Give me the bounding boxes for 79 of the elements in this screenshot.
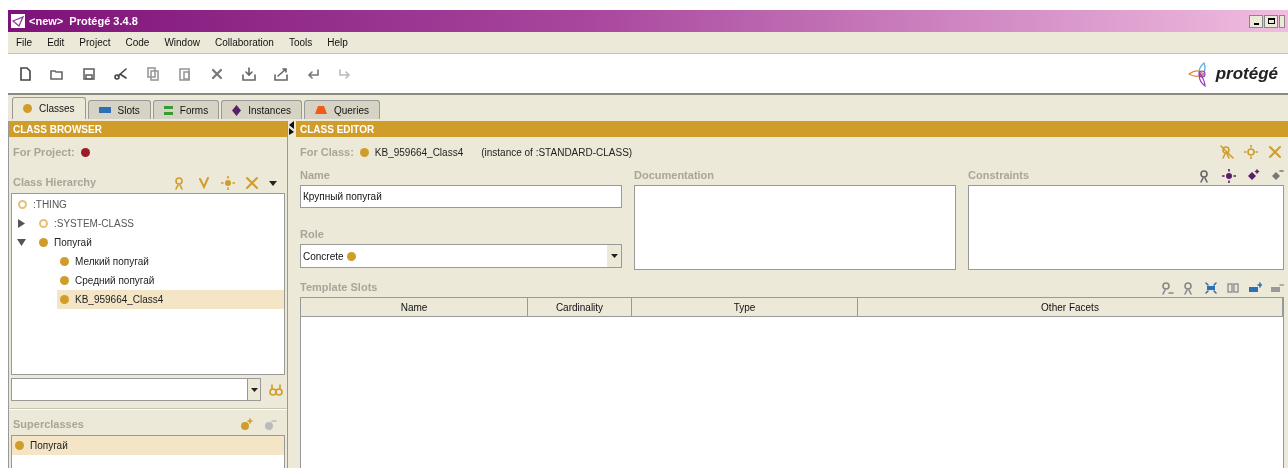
panel-header: CLASS BROWSER bbox=[9, 121, 287, 137]
name-label: Name bbox=[300, 167, 331, 183]
for-class-label: For Class: bbox=[300, 144, 354, 160]
delete-icon[interactable] bbox=[1268, 145, 1282, 159]
superclass-item[interactable]: Попугай bbox=[12, 436, 284, 455]
copy-icon[interactable] bbox=[146, 66, 160, 81]
dropdown-arrow-icon bbox=[250, 387, 258, 392]
collapsed-arrow-icon[interactable] bbox=[17, 219, 26, 228]
export-icon[interactable] bbox=[274, 66, 288, 81]
tree-item[interactable]: :SYSTEM-CLASS bbox=[36, 214, 135, 233]
minimize-button[interactable] bbox=[1249, 14, 1263, 28]
sparkle-icon[interactable] bbox=[1204, 281, 1218, 295]
menu-item[interactable]: Tools bbox=[288, 35, 313, 50]
menu-item[interactable]: Window bbox=[164, 35, 200, 50]
scissors-icon[interactable] bbox=[114, 66, 128, 81]
add-diamond-icon[interactable] bbox=[1246, 169, 1260, 183]
tree-item[interactable]: Попугай bbox=[36, 233, 92, 252]
superclasses-label: Superclasses bbox=[13, 416, 84, 432]
role-combo[interactable]: Concrete bbox=[300, 244, 622, 268]
class-hierarchy-label: Class Hierarchy bbox=[13, 174, 97, 190]
dropdown-arrow-icon bbox=[610, 254, 618, 258]
tab[interactable]: Classes bbox=[12, 97, 86, 119]
tree-item[interactable]: Средний попугай bbox=[57, 271, 155, 290]
tree-item[interactable]: KB_959664_Class4 bbox=[57, 290, 284, 309]
menu-item[interactable]: Edit bbox=[47, 35, 65, 50]
documentation-label: Documentation bbox=[634, 167, 716, 183]
menu-item[interactable]: Help bbox=[327, 35, 348, 50]
panel-header: CLASS EDITOR bbox=[296, 121, 1288, 137]
redo-icon[interactable] bbox=[338, 66, 352, 81]
diamond-icon bbox=[232, 104, 242, 116]
remove-superclass-icon[interactable] bbox=[263, 418, 277, 432]
column-header[interactable]: Type bbox=[632, 298, 858, 316]
tree-item[interactable]: :THING bbox=[15, 195, 67, 214]
column-header[interactable]: Other Facets bbox=[858, 298, 1283, 316]
undo-icon[interactable] bbox=[306, 66, 320, 81]
paste-icon[interactable] bbox=[178, 66, 192, 81]
app-icon bbox=[11, 14, 25, 28]
constraints-field[interactable] bbox=[968, 185, 1284, 270]
menu-item[interactable]: Code bbox=[125, 35, 150, 50]
name-field[interactable]: Крупный попугай bbox=[300, 185, 622, 208]
remove-slot-icon[interactable] bbox=[1270, 281, 1284, 295]
column-header[interactable]: Name bbox=[301, 298, 528, 316]
role-label: Role bbox=[300, 226, 325, 242]
tab[interactable]: Slots bbox=[87, 100, 151, 119]
add-slot-icon[interactable] bbox=[1248, 281, 1262, 295]
window-title: <new> Protégé 3.4.8 bbox=[29, 13, 138, 29]
menu-item[interactable]: Project bbox=[79, 35, 111, 50]
template-slots-label: Template Slots bbox=[300, 279, 378, 295]
delete-icon[interactable] bbox=[245, 176, 259, 190]
trapezoid-icon bbox=[314, 106, 327, 114]
delete-icon[interactable] bbox=[210, 66, 224, 81]
columns-icon[interactable] bbox=[1226, 281, 1240, 295]
dropdown-arrow-icon[interactable] bbox=[269, 180, 277, 186]
expanded-arrow-icon[interactable] bbox=[17, 238, 26, 247]
restore-button[interactable] bbox=[1264, 14, 1278, 28]
save-icon[interactable] bbox=[82, 66, 96, 81]
add-superclass-icon[interactable] bbox=[239, 418, 253, 432]
tab[interactable]: Instances bbox=[221, 100, 302, 119]
for-project-label: For Project: bbox=[13, 144, 75, 160]
tab[interactable]: Forms bbox=[152, 100, 220, 119]
sparkle-icon[interactable] bbox=[1222, 169, 1236, 183]
rectangle-icon bbox=[98, 107, 111, 113]
splitter-arrow-icon[interactable] bbox=[289, 121, 294, 135]
binoculars-icon[interactable] bbox=[269, 382, 283, 397]
constraints-label: Constraints bbox=[968, 167, 1030, 183]
menu-item[interactable]: File bbox=[16, 35, 33, 50]
import-icon[interactable] bbox=[242, 66, 256, 81]
bars-icon bbox=[163, 105, 173, 115]
menu-item[interactable]: Collaboration bbox=[214, 35, 274, 50]
instance-of-text: (instance of :STANDARD-CLASS) bbox=[481, 145, 633, 160]
logo-text: protégé bbox=[1215, 62, 1278, 85]
documentation-field[interactable] bbox=[634, 185, 956, 270]
tree-item[interactable]: Мелкий попугай bbox=[57, 252, 149, 271]
column-header[interactable]: Cardinality bbox=[528, 298, 632, 316]
class-name: KB_959664_Class4 bbox=[374, 145, 464, 160]
tab[interactable]: Queries bbox=[303, 100, 380, 119]
new-file-icon[interactable] bbox=[18, 66, 32, 81]
remove-diamond-icon[interactable] bbox=[1270, 169, 1284, 183]
search-combo[interactable] bbox=[11, 378, 261, 401]
